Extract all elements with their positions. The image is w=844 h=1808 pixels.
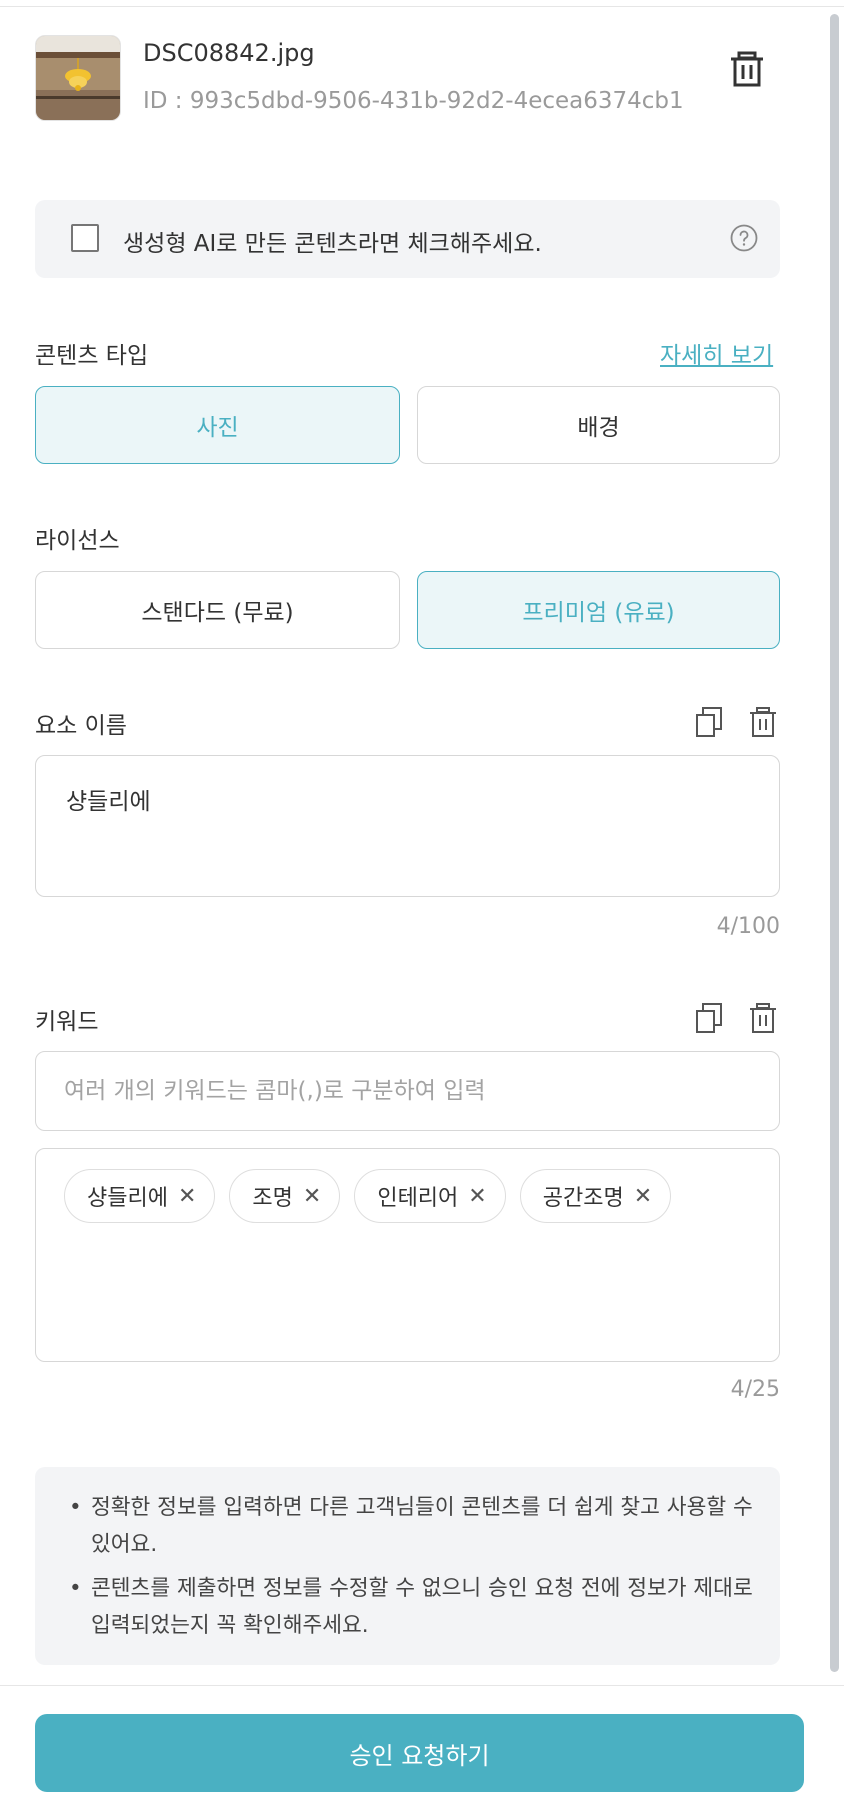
- keyword-tag: 인테리어 ✕: [354, 1169, 506, 1223]
- file-header: DSC08842.jpg ID : 993c5dbd-9506-431b-92d…: [35, 35, 810, 123]
- request-approval-button[interactable]: 승인 요청하기: [35, 1714, 804, 1792]
- file-name: DSC08842.jpg: [143, 39, 315, 67]
- keyword-tag: 샹들리에 ✕: [64, 1169, 216, 1223]
- keyword-tag-label: 조명: [252, 1186, 293, 1211]
- element-name-value: 샹들리에: [66, 789, 151, 815]
- notice-item: 정확한 정보를 입력하면 다른 고객님들이 콘텐츠를 더 쉽게 찾고 사용할 수…: [69, 1489, 759, 1563]
- copy-icon: [696, 707, 722, 737]
- remove-tag-icon[interactable]: ✕: [303, 1184, 321, 1209]
- keyword-tag-label: 인테리어: [377, 1186, 459, 1211]
- content-type-option-background[interactable]: 배경: [417, 386, 780, 464]
- file-thumbnail: [35, 35, 121, 121]
- trash-icon: [750, 1003, 776, 1033]
- keywords-counter: 4/25: [730, 1377, 780, 1402]
- trash-icon: [750, 707, 776, 737]
- details-link[interactable]: 자세히 보기: [660, 336, 773, 370]
- remove-tag-icon[interactable]: ✕: [178, 1184, 196, 1209]
- keyword-tag: 조명 ✕: [229, 1169, 341, 1223]
- info-notice-panel: 정확한 정보를 입력하면 다른 고객님들이 콘텐츠를 더 쉽게 찾고 사용할 수…: [35, 1467, 780, 1665]
- notice-item: 콘텐츠를 제출하면 정보를 수정할 수 없으니 승인 요청 전에 정보가 제대로…: [69, 1570, 759, 1644]
- keyword-tag-label: 공간조명: [542, 1186, 624, 1211]
- keyword-tag-list: 샹들리에 ✕ 조명 ✕ 인테리어 ✕ 공간조명 ✕: [35, 1148, 780, 1362]
- scrollbar[interactable]: [830, 14, 839, 1672]
- copy-element-name-button[interactable]: [694, 705, 724, 739]
- copy-icon: [696, 1003, 722, 1033]
- clear-element-name-button[interactable]: [748, 705, 778, 739]
- clear-keywords-button[interactable]: [748, 1001, 778, 1035]
- element-name-counter: 4/100: [716, 914, 780, 939]
- delete-file-button[interactable]: [725, 47, 769, 91]
- copy-keywords-button[interactable]: [694, 1001, 724, 1035]
- element-name-field[interactable]: 샹들리에: [35, 755, 780, 897]
- content-type-label: 콘텐츠 타입: [35, 343, 149, 369]
- license-option-premium[interactable]: 프리미엄 (유료): [417, 571, 780, 649]
- ai-content-checkbox-label[interactable]: 생성형 AI로 만든 콘텐츠라면 체크해주세요.: [123, 224, 542, 258]
- keyword-tag: 공간조명 ✕: [519, 1169, 672, 1223]
- ai-content-checkbox[interactable]: [71, 224, 99, 252]
- license-label: 라이선스: [35, 528, 120, 554]
- license-option-standard[interactable]: 스탠다드 (무료): [35, 571, 400, 649]
- trash-icon: [731, 51, 763, 87]
- keyword-input[interactable]: [35, 1051, 780, 1131]
- content-type-option-photo[interactable]: 사진: [35, 386, 400, 464]
- bottom-divider: [0, 1685, 844, 1686]
- keywords-label: 키워드: [35, 1009, 99, 1035]
- help-icon[interactable]: [729, 223, 759, 253]
- remove-tag-icon[interactable]: ✕: [634, 1184, 652, 1209]
- top-divider: [0, 6, 844, 7]
- remove-tag-icon[interactable]: ✕: [468, 1184, 486, 1209]
- element-name-label: 요소 이름: [35, 713, 127, 739]
- keyword-tag-label: 샹들리에: [87, 1186, 168, 1211]
- ai-content-checkbox-panel: 생성형 AI로 만든 콘텐츠라면 체크해주세요.: [35, 200, 780, 278]
- file-id: ID : 993c5dbd-9506-431b-92d2-4ecea6374cb…: [143, 88, 684, 114]
